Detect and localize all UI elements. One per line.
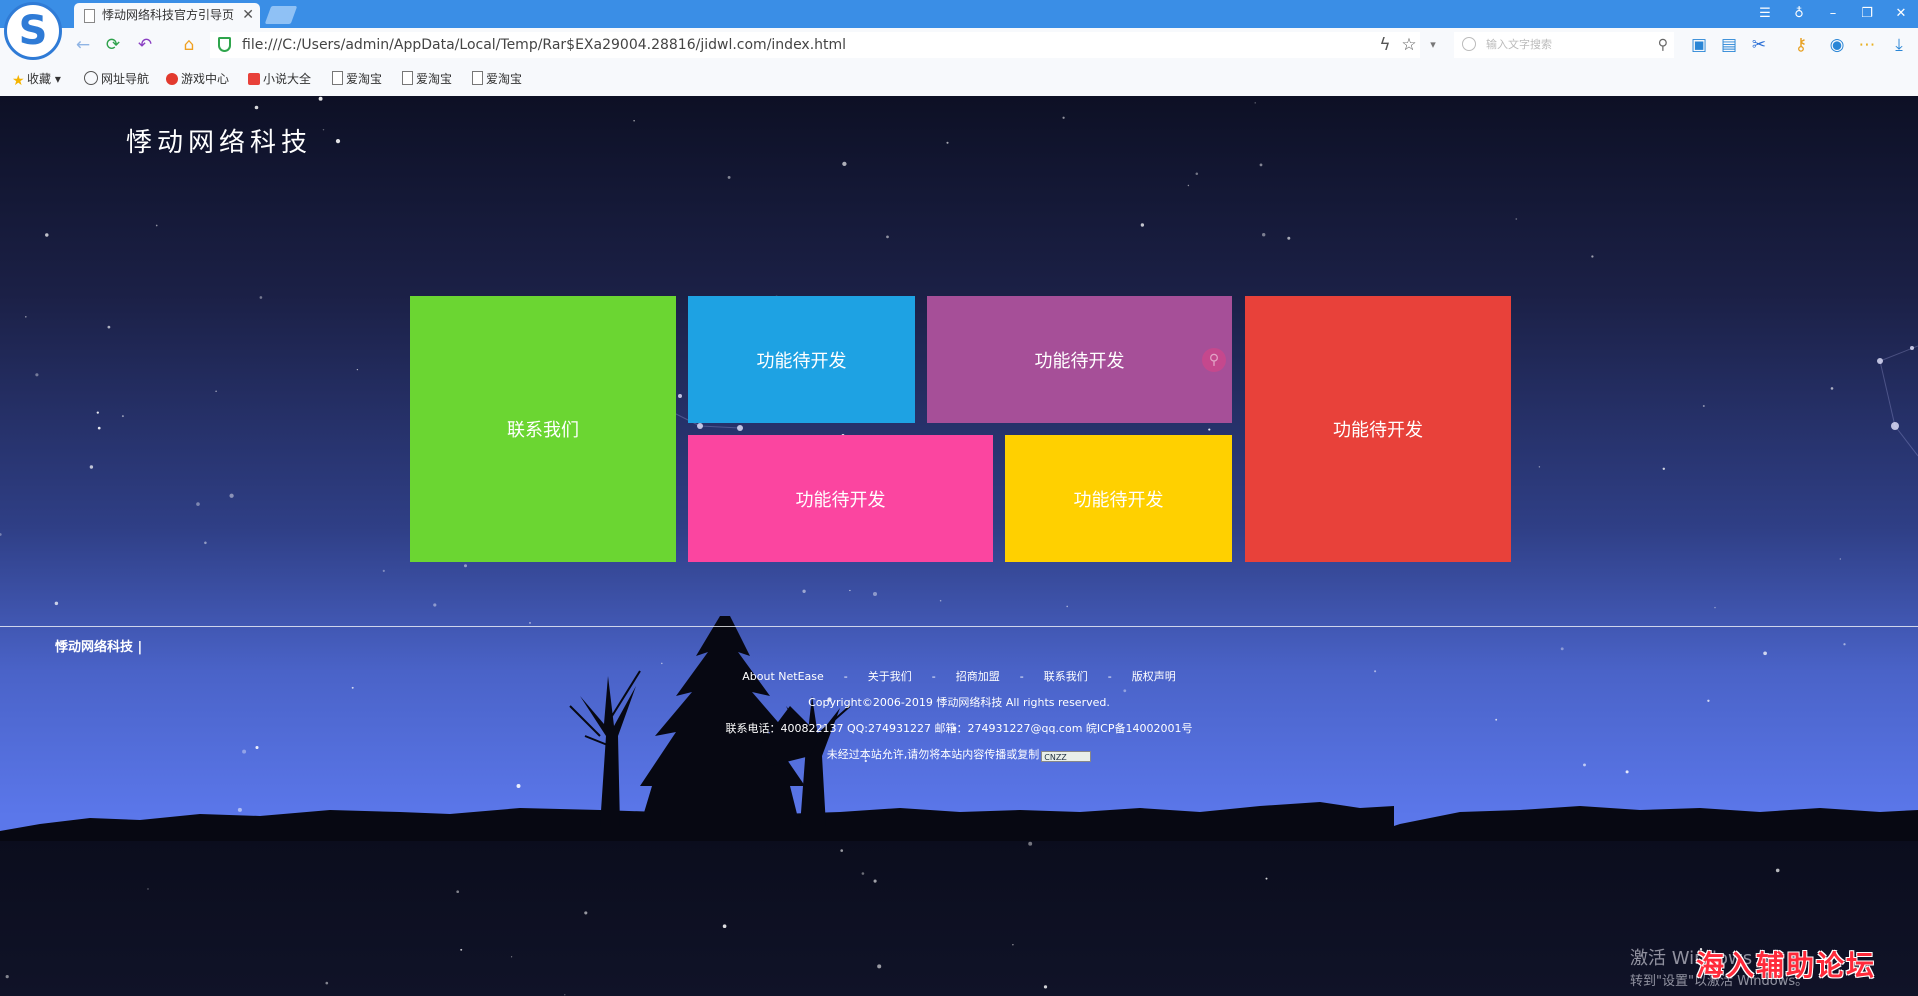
minimize-button[interactable]: – xyxy=(1822,4,1844,24)
chevron-down-icon[interactable]: ▾ xyxy=(1422,34,1444,56)
footer-links: About NetEase - 关于我们 - 招商加盟 - 联系我们 - 版权声明 xyxy=(0,668,1918,684)
star-icon[interactable]: ☆ xyxy=(1398,34,1420,56)
footer-contact-info: 联系电话：400822137 QQ:274931227 邮箱：274931227… xyxy=(725,722,1193,735)
star-icon: ★ xyxy=(12,73,25,89)
tab-title: 悸动网络科技官方引导页 xyxy=(102,8,235,22)
tree-silhouette-scenery xyxy=(0,616,1918,841)
footer-separator: - xyxy=(1107,670,1112,683)
bookmark-label: 游戏中心 xyxy=(181,72,230,86)
tab-close-icon[interactable]: ✕ xyxy=(242,3,254,28)
search-placeholder: 输入文字搜索 xyxy=(1486,38,1552,51)
new-tab-button[interactable] xyxy=(264,6,298,24)
bookmark-label: 爱淘宝 xyxy=(346,72,383,86)
capture-icon[interactable]: ◉ xyxy=(1826,34,1848,56)
reload-icon[interactable]: ⟳ xyxy=(102,34,124,56)
browser-logo[interactable]: S xyxy=(4,2,62,60)
page-icon xyxy=(472,71,483,85)
bookmark-label: 爱淘宝 xyxy=(486,72,523,86)
restore-button[interactable]: ❐ xyxy=(1856,4,1878,24)
footer-separator: - xyxy=(931,670,936,683)
home-icon[interactable]: ⌂ xyxy=(178,34,200,56)
cnzz-badge[interactable]: CNZZ xyxy=(1041,751,1092,762)
page-icon xyxy=(402,71,413,85)
search-engine-icon xyxy=(1462,37,1476,51)
translate-icon[interactable]: ▣ xyxy=(1688,34,1710,56)
close-window-button[interactable]: ✕ xyxy=(1890,4,1912,24)
footer-link-copyright[interactable]: 版权声明 xyxy=(1132,670,1176,683)
globe-icon xyxy=(84,71,98,85)
forum-watermark: 海入辅助论坛 xyxy=(1696,949,1877,982)
search-icon[interactable]: ⚲ xyxy=(1658,32,1668,58)
navigation-toolbar: ← ⟳ ↶ ⌂ file:///C:/Users/admin/AppData/L… xyxy=(0,28,1918,63)
footer-separator: - xyxy=(1019,670,1024,683)
bookmark-label: 网址导航 xyxy=(101,72,150,86)
search-input[interactable]: 输入文字搜索 ⚲ xyxy=(1454,32,1674,58)
undo-close-icon[interactable]: ↶ xyxy=(134,34,156,56)
footer-link-about-us[interactable]: 关于我们 xyxy=(868,670,912,683)
footer-link-about-netease[interactable]: About NetEase xyxy=(742,670,824,683)
scissors-icon[interactable]: ✂ xyxy=(1748,34,1770,56)
bookmark-favorites[interactable]: ★ 收藏 ▾ xyxy=(12,62,61,96)
back-icon[interactable]: ← xyxy=(72,34,94,56)
footer-notice: 未经过本站允许,请勿将本站内容传播或复制 xyxy=(826,748,1040,761)
bookmark-label: 小说大全 xyxy=(263,72,312,86)
footer-link-join[interactable]: 招商加盟 xyxy=(956,670,1000,683)
book-icon xyxy=(248,73,260,85)
bookmarks-bar: ★ 收藏 ▾ 网址导航 游戏中心 小说大全 爱淘宝 爱淘宝 爱淘宝 xyxy=(0,62,1918,97)
footer-notice-row: 未经过本站允许,请勿将本站内容传播或复制 CNZZ xyxy=(0,746,1918,762)
reader-icon[interactable]: ▤ xyxy=(1718,34,1740,56)
shield-icon xyxy=(218,37,231,52)
skin-icon[interactable]: ♁ xyxy=(1788,4,1810,24)
bookmark-nav[interactable]: 网址导航 xyxy=(84,62,149,96)
bookmark-label: 收藏 xyxy=(27,72,52,86)
game-icon xyxy=(166,73,178,85)
title-bar: 悸动网络科技官方引导页 ✕ ☰ ♁ – ❐ ✕ xyxy=(0,0,1918,28)
bookmark-taobao[interactable]: 爱淘宝 xyxy=(402,62,452,96)
footer-brand: 悸动网络科技 | xyxy=(55,640,143,655)
bookmark-label: 爱淘宝 xyxy=(416,72,453,86)
more-icon[interactable]: ⋯ xyxy=(1856,34,1878,56)
footer-copyright: Copyright©2006-2019 悸动网络科技 All rights re… xyxy=(808,696,1110,709)
address-text: file:///C:/Users/admin/AppData/Local/Tem… xyxy=(242,37,847,53)
menu-icon[interactable]: ☰ xyxy=(1754,4,1776,24)
web-page: 悸动网络科技 联系我们 功能待开发 功能待开发 ⚲ 功能待开发 功能待开发 功能… xyxy=(0,96,1918,996)
bookmark-taobao[interactable]: 爱淘宝 xyxy=(472,62,522,96)
download-icon[interactable]: ⤓ xyxy=(1888,34,1910,56)
page-icon xyxy=(84,9,95,23)
footer-separator: - xyxy=(843,670,848,683)
bookmark-games[interactable]: 游戏中心 xyxy=(166,62,229,96)
bookmark-taobao[interactable]: 爱淘宝 xyxy=(332,62,382,96)
page-icon xyxy=(332,71,343,85)
footer-link-contact[interactable]: 联系我们 xyxy=(1044,670,1088,683)
footer-divider xyxy=(0,626,1918,627)
browser-tab-active[interactable]: 悸动网络科技官方引导页 ✕ xyxy=(74,3,260,28)
bookmark-novels[interactable]: 小说大全 xyxy=(248,62,311,96)
key-icon[interactable]: ⚷ xyxy=(1790,34,1812,56)
lightning-icon[interactable]: ϟ xyxy=(1374,34,1396,56)
address-bar[interactable]: file:///C:/Users/admin/AppData/Local/Tem… xyxy=(210,32,1420,58)
